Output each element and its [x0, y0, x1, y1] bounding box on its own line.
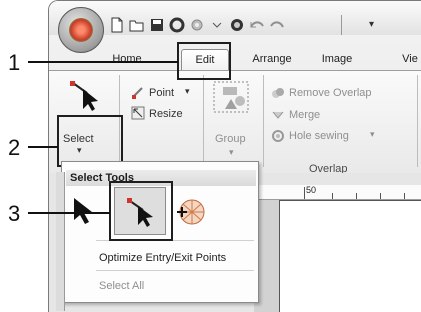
open-file-icon[interactable]	[129, 17, 145, 33]
optimize-entry-exit-item[interactable]: Optimize Entry/Exit Points	[99, 252, 226, 264]
chevron-down-icon[interactable]	[209, 17, 225, 33]
group-button-label[interactable]: Group	[215, 133, 246, 145]
callout-line-2	[28, 146, 58, 148]
merge-label[interactable]: Merge	[289, 109, 320, 121]
left-pane	[56, 172, 65, 311]
quick-access-toolbar	[109, 17, 285, 33]
menu-separator	[96, 270, 254, 271]
resize-button-label[interactable]: Resize	[149, 108, 183, 120]
chevron-down-icon[interactable]: ▾	[370, 129, 375, 140]
point-edit-icon	[132, 87, 143, 99]
select-tool-icon[interactable]	[67, 79, 103, 111]
app-logo-icon	[69, 18, 93, 42]
select-all-item[interactable]: Select All	[99, 280, 144, 292]
redo-icon[interactable]	[269, 17, 285, 33]
group-icon[interactable]	[211, 79, 251, 115]
callout-2: 2	[8, 135, 21, 160]
tab-image[interactable]: Image	[311, 49, 363, 71]
callout-line-3	[28, 212, 110, 214]
undo-icon[interactable]	[249, 17, 265, 33]
chevron-down-icon[interactable]: ▾	[185, 86, 190, 97]
pointer-tool-icon[interactable]	[70, 194, 96, 226]
callout-line-1	[28, 61, 178, 63]
stop-icon[interactable]	[169, 17, 185, 33]
new-file-icon[interactable]	[109, 17, 125, 33]
ribbon-tabs: Home Edit Arrange Image Vie	[49, 45, 421, 72]
gear-icon[interactable]	[189, 17, 205, 33]
group-divider	[263, 75, 264, 167]
merge-icon	[272, 111, 284, 119]
edit-tab-highlight	[177, 42, 231, 80]
resize-icon	[131, 106, 145, 120]
callout-1: 1	[8, 50, 21, 75]
tab-arrange[interactable]: Arrange	[245, 49, 299, 71]
ruler-mark: 50	[306, 185, 317, 195]
qat-divider	[341, 15, 350, 35]
point-tool-highlight	[109, 181, 173, 241]
record-icon[interactable]	[229, 17, 245, 33]
select-button-highlight	[57, 115, 123, 167]
group-divider	[203, 75, 204, 167]
stitch-select-tool-icon[interactable]	[174, 196, 206, 228]
remove-overlap-label[interactable]: Remove Overlap	[289, 87, 372, 99]
horizontal-ruler: 50	[254, 185, 421, 200]
group-divider	[417, 75, 418, 167]
callout-3: 3	[8, 201, 21, 226]
customize-qat-icon[interactable]: ▾	[369, 19, 374, 30]
design-canvas[interactable]	[279, 200, 421, 312]
point-button-label[interactable]: Point	[149, 87, 174, 99]
hole-sewing-icon	[272, 130, 284, 142]
save-icon[interactable]	[149, 17, 165, 33]
chevron-down-icon[interactable]: ▾	[229, 147, 234, 158]
tab-home[interactable]: Home	[105, 49, 149, 71]
tab-view[interactable]: Vie	[395, 49, 421, 71]
remove-overlap-icon	[272, 88, 284, 98]
application-button[interactable]	[58, 7, 104, 53]
hole-sewing-label[interactable]: Hole sewing	[289, 130, 349, 142]
